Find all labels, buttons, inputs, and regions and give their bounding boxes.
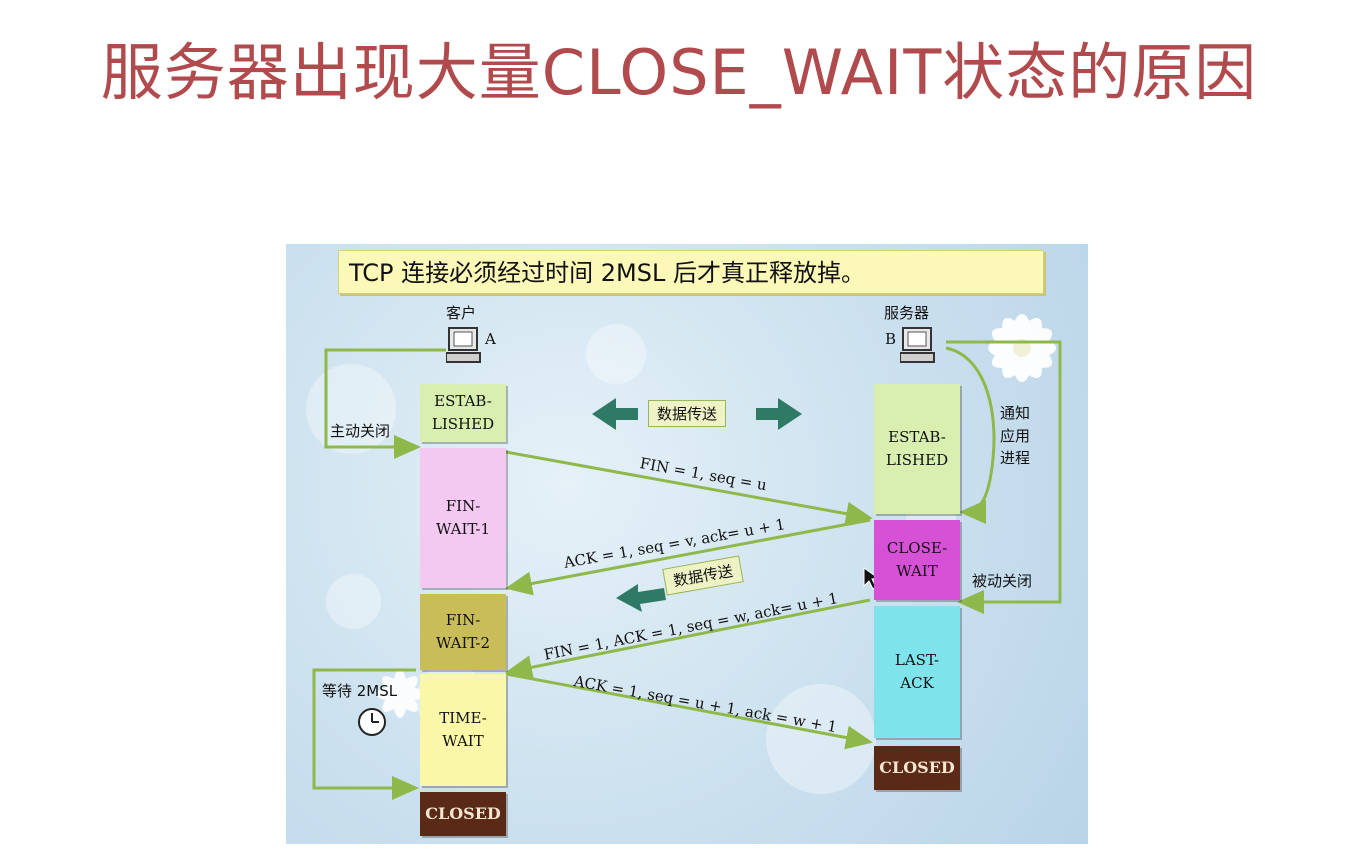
notify-app-label: 通知 应用 进程 [1000, 404, 1031, 467]
client-state-established: ESTAB- LISHED [420, 384, 506, 442]
left-arrow-icon [616, 584, 666, 612]
data-transfer-tag: 数据传送 [648, 400, 727, 427]
slide-title: 服务器出现大量CLOSE_WAIT状态的原因 [100, 36, 1258, 109]
server-state-closed: CLOSED [874, 746, 960, 790]
client-state-time-wait: TIME- WAIT [420, 674, 506, 786]
server-state-close-wait: CLOSE- WAIT [874, 520, 960, 600]
passive-close-label: 被动关闭 [972, 572, 1033, 590]
client-state-fin-wait-2: FIN- WAIT-2 [420, 594, 506, 670]
wait-2msl-label: 等待 2MSL [322, 682, 398, 700]
tcp-teardown-diagram: TCP 连接必须经过时间 2MSL 后才真正释放掉。 客户 A 服务器 B ES… [286, 244, 1088, 844]
client-state-fin-wait-1: FIN- WAIT-1 [420, 448, 506, 588]
client-state-closed: CLOSED [420, 792, 506, 836]
server-state-established: ESTAB- LISHED [874, 384, 960, 514]
server-state-last-ack: LAST- ACK [874, 606, 960, 738]
active-close-label: 主动关闭 [330, 422, 391, 440]
clock-icon [358, 708, 386, 736]
